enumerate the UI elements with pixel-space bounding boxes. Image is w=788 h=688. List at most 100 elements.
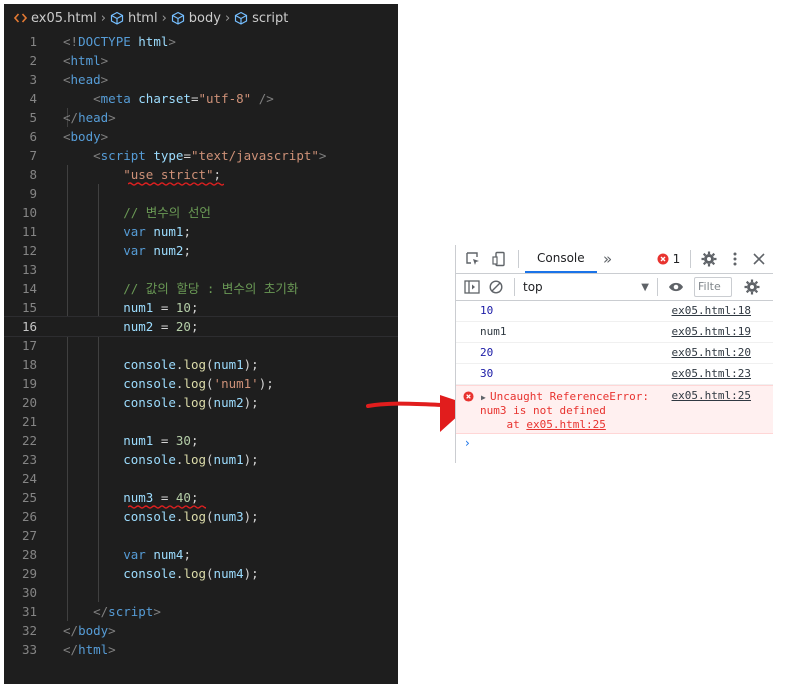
breadcrumb-item-html[interactable]: html: [110, 11, 158, 26]
console-prompt-row[interactable]: ›: [456, 434, 773, 454]
code-line[interactable]: 28 var num4;: [4, 545, 398, 564]
code-line[interactable]: 4 <meta charset="utf-8" />: [4, 89, 398, 108]
code-line[interactable]: 30: [4, 583, 398, 602]
code-token: num1: [213, 452, 244, 467]
sidebar-icon: [464, 280, 480, 294]
code-line[interactable]: 24: [4, 469, 398, 488]
code-line[interactable]: 5 </head>: [4, 108, 398, 127]
breadcrumb-item-label: script: [252, 10, 289, 26]
filter-input[interactable]: Filte: [694, 277, 732, 297]
code-line[interactable]: 27: [4, 526, 398, 545]
code-text: console.log('num1');: [63, 374, 274, 393]
code-line[interactable]: 33 </html>: [4, 640, 398, 659]
code-area[interactable]: 1 <!DOCTYPE html> 2 <html> 3 <head> 4 <meta ch…: [4, 32, 398, 659]
code-line[interactable]: 10 // 변수의 선언: [4, 203, 398, 222]
live-expression-button[interactable]: [666, 275, 686, 299]
code-line[interactable]: 21: [4, 412, 398, 431]
code-token: "utf-8": [198, 91, 252, 106]
chevron-right-icon: ›: [224, 10, 231, 26]
code-line[interactable]: 26 console.log(num3);: [4, 507, 398, 526]
context-selector[interactable]: top ▼: [523, 280, 649, 294]
clear-icon: [489, 280, 503, 294]
code-token: );: [258, 376, 274, 391]
code-token: <: [63, 129, 71, 144]
code-line[interactable]: 12 var num2;: [4, 241, 398, 260]
source-link[interactable]: ex05.html:23: [672, 364, 751, 384]
inspect-element-button[interactable]: [460, 247, 486, 271]
code-token: var: [123, 547, 146, 562]
source-link[interactable]: ex05.html:20: [672, 343, 751, 363]
code-line[interactable]: 19 console.log('num1');: [4, 374, 398, 393]
code-token: head: [70, 72, 101, 87]
code-token: console: [123, 452, 176, 467]
clear-console-button[interactable]: [484, 275, 508, 299]
error-at-prefix: at: [480, 418, 527, 431]
code-token: body: [70, 129, 101, 144]
line-number: 16: [21, 319, 37, 334]
line-number: 3: [29, 72, 37, 87]
dropdown-triangle-icon: ▼: [641, 281, 649, 293]
code-token: log: [183, 376, 207, 391]
error-stack-link[interactable]: ex05.html:25: [526, 418, 605, 431]
code-token: >: [108, 110, 116, 125]
code-editor[interactable]: ex05.html › html › body › script 1 <!DOC…: [4, 4, 398, 684]
code-token: );: [243, 566, 259, 581]
toolbar-divider: [657, 278, 658, 296]
code-line[interactable]: 20 console.log(num2);: [4, 393, 398, 412]
source-link[interactable]: ex05.html:18: [672, 301, 751, 321]
breadcrumb-file[interactable]: ex05.html: [14, 11, 97, 26]
code-line[interactable]: 6 <body>: [4, 127, 398, 146]
more-tabs-button[interactable]: »: [599, 247, 617, 271]
code-line[interactable]: 3 <head>: [4, 70, 398, 89]
code-token: log: [183, 395, 207, 410]
code-line[interactable]: 2 <html>: [4, 51, 398, 70]
code-line[interactable]: 32 </body>: [4, 621, 398, 640]
code-token: >: [108, 642, 116, 657]
expand-triangle-icon[interactable]: ▶: [481, 391, 486, 404]
breadcrumb-item-body[interactable]: body: [171, 11, 221, 26]
device-toolbar-button[interactable]: [486, 247, 512, 271]
tab-console[interactable]: Console: [525, 245, 597, 273]
code-line[interactable]: 7 <script type="text/javascript">: [4, 146, 398, 165]
error-count-badge[interactable]: 1: [657, 252, 680, 266]
code-line[interactable]: 29 console.log(num4);: [4, 564, 398, 583]
breadcrumb-item-script[interactable]: script: [234, 11, 288, 26]
line-number: 32: [21, 623, 37, 638]
console-settings-button[interactable]: [742, 275, 762, 299]
code-line[interactable]: 31 </script>: [4, 602, 398, 621]
code-token: <: [63, 72, 71, 87]
error-text-line2: num3 is not defined: [480, 404, 606, 417]
code-token: <: [93, 148, 101, 163]
code-text: console.log(num3);: [63, 507, 259, 526]
code-line[interactable]: 23 console.log(num1);: [4, 450, 398, 469]
code-line[interactable]: 1 <!DOCTYPE html>: [4, 32, 398, 51]
settings-button[interactable]: [699, 247, 719, 271]
line-number: 9: [29, 186, 37, 201]
code-line[interactable]: 13: [4, 260, 398, 279]
line-number: 1: [29, 34, 37, 49]
code-line[interactable]: 15 num1 = 10;: [4, 298, 398, 317]
code-line[interactable]: 22 num1 = 30;: [4, 431, 398, 450]
code-line[interactable]: 17: [4, 336, 398, 355]
code-line[interactable]: 16 num2 = 20;: [4, 316, 398, 337]
code-line[interactable]: 11 var num1;: [4, 222, 398, 241]
code-token: "text/javascript": [190, 148, 319, 163]
devtools-toolbar: Console » 1: [456, 245, 773, 274]
code-text: var num4;: [63, 545, 191, 564]
code-text: num1 = 10;: [63, 298, 198, 317]
log-value: num1: [480, 325, 507, 338]
toggle-sidebar-button[interactable]: [460, 275, 484, 299]
code-token: var: [123, 224, 146, 239]
source-link[interactable]: ex05.html:19: [672, 322, 751, 342]
kebab-menu-icon: [733, 252, 737, 266]
code-token: html: [70, 53, 101, 68]
close-devtools-button[interactable]: [749, 247, 769, 271]
line-number: 15: [21, 300, 37, 315]
code-line[interactable]: 14 // 값의 할당 : 변수의 초기화: [4, 279, 398, 298]
source-link[interactable]: ex05.html:25: [672, 386, 751, 406]
code-line[interactable]: 18 console.log(num1);: [4, 355, 398, 374]
code-line[interactable]: 9: [4, 184, 398, 203]
code-text: console.log(num4);: [63, 564, 259, 583]
more-options-button[interactable]: [725, 247, 745, 271]
